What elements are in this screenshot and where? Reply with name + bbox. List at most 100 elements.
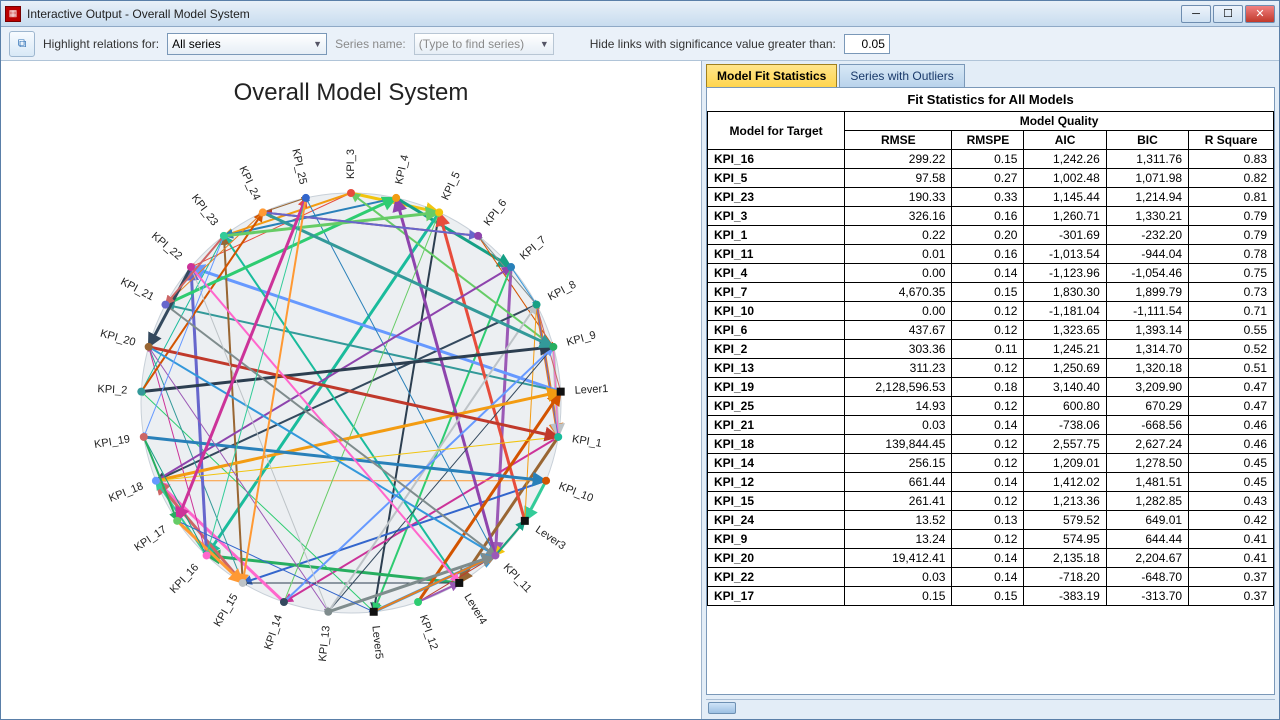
- value-cell: 0.12: [952, 435, 1024, 454]
- value-cell: 1,213.36: [1024, 492, 1106, 511]
- network-node-kpi[interactable]: [554, 433, 562, 441]
- table-row[interactable]: KPI_14256.150.121,209.011,278.500.45: [708, 454, 1274, 473]
- table-row[interactable]: KPI_597.580.271,002.481,071.980.82: [708, 169, 1274, 188]
- table-row[interactable]: KPI_210.030.14-738.06-668.560.46: [708, 416, 1274, 435]
- table-row[interactable]: KPI_220.030.14-718.20-648.700.37: [708, 568, 1274, 587]
- network-node-kpi[interactable]: [259, 208, 267, 216]
- table-row[interactable]: KPI_100.000.12-1,181.04-1,111.540.71: [708, 302, 1274, 321]
- value-cell: 1,393.14: [1106, 321, 1188, 340]
- network-node-kpi[interactable]: [152, 477, 160, 485]
- table-row[interactable]: KPI_110.010.16-1,013.54-944.040.78: [708, 245, 1274, 264]
- value-cell: 1,214.94: [1106, 188, 1188, 207]
- value-cell: 1,412.02: [1024, 473, 1106, 492]
- network-node-kpi[interactable]: [414, 598, 422, 606]
- target-cell: KPI_7: [708, 283, 845, 302]
- table-row[interactable]: KPI_192,128,596.530.183,140.403,209.900.…: [708, 378, 1274, 397]
- table-row[interactable]: KPI_13311.230.121,250.691,320.180.51: [708, 359, 1274, 378]
- table-row[interactable]: KPI_74,670.350.151,830.301,899.790.73: [708, 283, 1274, 302]
- table-row[interactable]: KPI_3326.160.161,260.711,330.210.79: [708, 207, 1274, 226]
- table-row[interactable]: KPI_23190.330.331,145.441,214.940.81: [708, 188, 1274, 207]
- window-title: Interactive Output - Overall Model Syste…: [27, 7, 1181, 21]
- highlight-label: Highlight relations for:: [43, 37, 159, 51]
- col-header[interactable]: AIC: [1024, 131, 1106, 150]
- table-row[interactable]: KPI_6437.670.121,323.651,393.140.55: [708, 321, 1274, 340]
- close-button[interactable]: ✕: [1245, 5, 1275, 23]
- tab-model-fit[interactable]: Model Fit Statistics: [706, 64, 837, 87]
- network-node-label: KPI_4: [393, 154, 411, 186]
- table-row[interactable]: KPI_18139,844.450.122,557.752,627.240.46: [708, 435, 1274, 454]
- network-node-kpi[interactable]: [507, 263, 515, 271]
- network-node-kpi[interactable]: [435, 208, 443, 216]
- network-node-kpi[interactable]: [280, 598, 288, 606]
- network-node-kpi[interactable]: [549, 343, 557, 351]
- col-header[interactable]: RMSE: [845, 131, 952, 150]
- table-row[interactable]: KPI_12661.440.141,412.021,481.510.45: [708, 473, 1274, 492]
- value-cell: 0.79: [1189, 207, 1274, 226]
- network-node-kpi[interactable]: [173, 517, 181, 525]
- network-node-lever[interactable]: [455, 579, 463, 587]
- scrollbar-thumb[interactable]: [708, 702, 736, 714]
- network-node-kpi[interactable]: [392, 194, 400, 202]
- highlight-series-select[interactable]: All series ▼: [167, 33, 327, 55]
- network-node-lever[interactable]: [370, 608, 378, 616]
- table-row[interactable]: KPI_40.000.14-1,123.96-1,054.460.75: [708, 264, 1274, 283]
- table-row[interactable]: KPI_10.220.20-301.69-232.200.79: [708, 226, 1274, 245]
- network-node-kpi[interactable]: [187, 263, 195, 271]
- col-header[interactable]: R Square: [1189, 131, 1274, 150]
- network-chart[interactable]: KPI_3KPI_4KPI_5KPI_6KPI_7KPI_8KPI_9Lever…: [31, 113, 671, 673]
- app-window: ▦ Interactive Output - Overall Model Sys…: [0, 0, 1280, 720]
- network-node-kpi[interactable]: [347, 189, 355, 197]
- value-cell: 670.29: [1106, 397, 1188, 416]
- network-node-kpi[interactable]: [491, 551, 499, 559]
- table-row[interactable]: KPI_2303.360.111,245.211,314.700.52: [708, 340, 1274, 359]
- col-header[interactable]: RMSPE: [952, 131, 1024, 150]
- network-node-kpi[interactable]: [203, 551, 211, 559]
- value-cell: -668.56: [1106, 416, 1188, 435]
- table-row[interactable]: KPI_2019,412.410.142,135.182,204.670.41: [708, 549, 1274, 568]
- network-node-label: KPI_22: [149, 230, 184, 262]
- titlebar[interactable]: ▦ Interactive Output - Overall Model Sys…: [1, 1, 1279, 27]
- network-node-kpi[interactable]: [161, 301, 169, 309]
- network-node-kpi[interactable]: [137, 388, 145, 396]
- value-cell: 0.78: [1189, 245, 1274, 264]
- value-cell: 0.20: [952, 226, 1024, 245]
- value-cell: 0.03: [845, 416, 952, 435]
- network-node-kpi[interactable]: [474, 232, 482, 240]
- value-cell: 0.12: [952, 359, 1024, 378]
- table-row[interactable]: KPI_913.240.12574.95644.440.41: [708, 530, 1274, 549]
- maximize-button[interactable]: ☐: [1213, 5, 1243, 23]
- table-row[interactable]: KPI_2413.520.13579.52649.010.42: [708, 511, 1274, 530]
- tab-outliers[interactable]: Series with Outliers: [839, 64, 964, 87]
- network-node-lever[interactable]: [557, 388, 565, 396]
- table-row[interactable]: KPI_2514.930.12600.80670.290.47: [708, 397, 1274, 416]
- value-cell: -944.04: [1106, 245, 1188, 264]
- value-cell: 1,209.01: [1024, 454, 1106, 473]
- value-cell: 13.52: [845, 511, 952, 530]
- network-node-kpi[interactable]: [140, 433, 148, 441]
- horizontal-scrollbar[interactable]: [706, 699, 1275, 715]
- value-cell: 0.15: [952, 283, 1024, 302]
- network-node-kpi[interactable]: [302, 194, 310, 202]
- value-cell: 1,002.48: [1024, 169, 1106, 188]
- table-row[interactable]: KPI_16299.220.151,242.261,311.760.83: [708, 150, 1274, 169]
- table-row[interactable]: KPI_15261.410.121,213.361,282.850.43: [708, 492, 1274, 511]
- target-cell: KPI_12: [708, 473, 845, 492]
- series-name-input[interactable]: (Type to find series) ▼: [414, 33, 554, 55]
- value-cell: 0.73: [1189, 283, 1274, 302]
- network-node-kpi[interactable]: [239, 579, 247, 587]
- network-node-kpi[interactable]: [145, 343, 153, 351]
- value-cell: 19,412.41: [845, 549, 952, 568]
- value-cell: 0.71: [1189, 302, 1274, 321]
- col-header[interactable]: BIC: [1106, 131, 1188, 150]
- network-node-kpi[interactable]: [542, 477, 550, 485]
- table-row[interactable]: KPI_170.150.15-383.19-313.700.37: [708, 587, 1274, 606]
- copy-button[interactable]: ⧉: [9, 31, 35, 57]
- network-node-kpi[interactable]: [324, 608, 332, 616]
- network-node-kpi[interactable]: [533, 301, 541, 309]
- significance-threshold-input[interactable]: 0.05: [844, 34, 890, 54]
- network-node-lever[interactable]: [521, 517, 529, 525]
- minimize-button[interactable]: ─: [1181, 5, 1211, 23]
- value-cell: -738.06: [1024, 416, 1106, 435]
- network-node-kpi[interactable]: [220, 232, 228, 240]
- network-node-label: KPI_24: [236, 164, 262, 202]
